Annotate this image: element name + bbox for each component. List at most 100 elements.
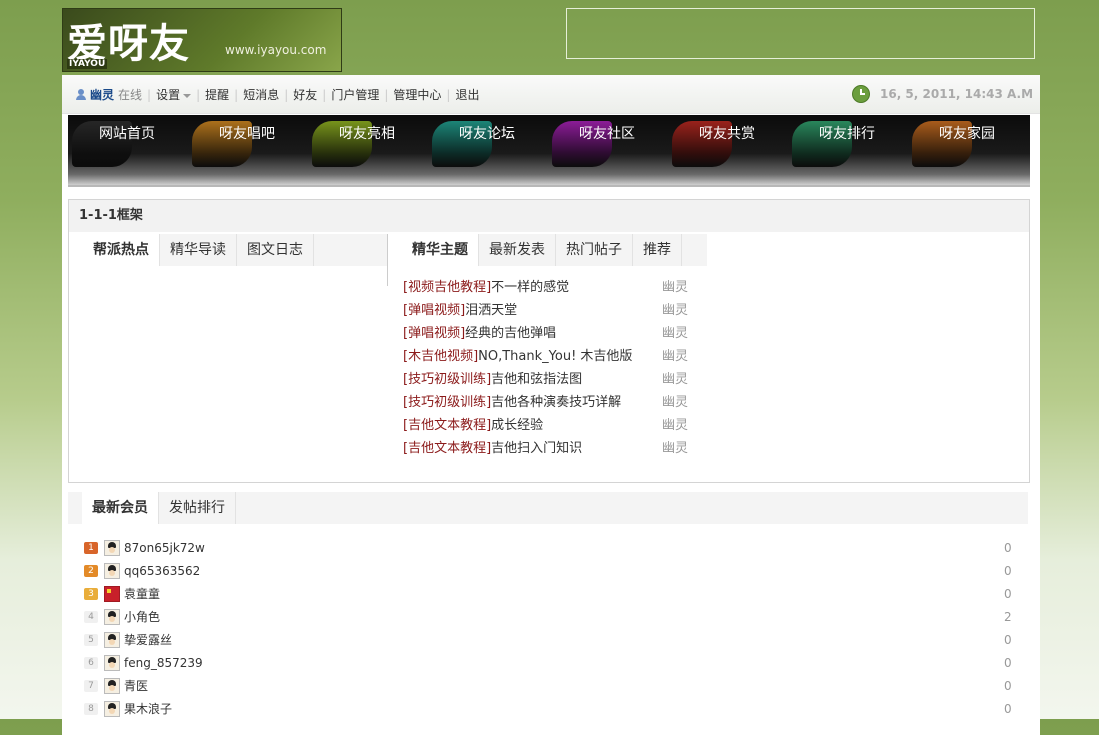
username-link[interactable]: 幽灵 [90, 86, 114, 103]
thread-category[interactable]: [视频吉他教程] [403, 280, 491, 295]
thread-category[interactable]: [吉他文本教程] [403, 441, 491, 456]
member-name[interactable]: 小角色 [124, 606, 160, 629]
thread-list: [视频吉他教程]不一样的感觉 幽灵 [弹唱视频]泪洒天堂 幽灵 [弹唱视频]经典的吉他弹… [403, 276, 693, 460]
rank-badge: 3 [84, 588, 98, 600]
datetime-text: 16, 5, 2011, 14:43 A.M [880, 87, 1034, 101]
thread-title[interactable]: NO,Thank_You! 木吉他版 [478, 349, 632, 364]
member-avatar[interactable] [104, 678, 120, 694]
thread-item[interactable]: [木吉他视频]NO,Thank_You! 木吉他版 幽灵 [403, 345, 693, 368]
thread-author[interactable]: 幽灵 [662, 391, 688, 414]
nav-item[interactable]: 呀友社区 [548, 115, 666, 173]
member-post-count: 0 [1004, 587, 1012, 601]
nav-item[interactable]: 呀友亮相 [308, 115, 426, 173]
right-tabs: 精华主题 最新发表 热门帖子 推荐 [402, 234, 707, 266]
thread-item[interactable]: [视频吉他教程]不一样的感觉 幽灵 [403, 276, 693, 299]
thread-title[interactable]: 吉他各种演奏技巧详解 [491, 395, 621, 410]
main-nav: 网站首页 呀友唱吧 呀友亮相 呀友论坛 呀友社区 呀友共赏 呀友排行 呀友家园 [68, 115, 1030, 185]
reminders-link[interactable]: 提醒 [205, 86, 229, 103]
thread-item[interactable]: [吉他文本教程]成长经验 幽灵 [403, 414, 693, 437]
thread-title[interactable]: 吉他扫入门知识 [491, 441, 582, 456]
nav-item[interactable]: 呀友排行 [788, 115, 906, 173]
online-status: 在线 [118, 88, 143, 102]
tab-latest-posts[interactable]: 最新发表 [479, 234, 556, 266]
nav-item[interactable]: 呀友家园 [908, 115, 1026, 173]
portal-admin-link[interactable]: 门户管理 [331, 86, 379, 103]
member-post-count: 0 [1004, 679, 1012, 693]
member-post-count: 0 [1004, 564, 1012, 578]
rank-badge: 7 [84, 680, 98, 692]
member-avatar[interactable] [104, 609, 120, 625]
member-name[interactable]: feng_857239 [124, 652, 203, 675]
friends-link[interactable]: 好友 [293, 86, 317, 103]
thread-category[interactable]: [弹唱视频] [403, 326, 465, 341]
member-name[interactable]: 87on65jk72w [124, 537, 205, 560]
thread-category[interactable]: [木吉他视频] [403, 349, 478, 364]
member-name[interactable]: 青医 [124, 675, 148, 698]
thread-item[interactable]: [吉他文本教程]吉他扫入门知识 幽灵 [403, 437, 693, 460]
tab-post-ranking[interactable]: 发帖排行 [159, 492, 236, 524]
rank-badge: 8 [84, 703, 98, 715]
thread-item[interactable]: [弹唱视频]泪洒天堂 幽灵 [403, 299, 693, 322]
member-avatar[interactable] [104, 586, 120, 602]
tab-recommended[interactable]: 推荐 [633, 234, 682, 266]
member-name[interactable]: 挚爱露丝 [124, 629, 172, 652]
thread-title[interactable]: 经典的吉他弹唱 [465, 326, 556, 341]
member-name[interactable]: qq65363562 [124, 560, 200, 583]
clock-icon [852, 85, 870, 103]
thread-author[interactable]: 幽灵 [662, 322, 688, 345]
thread-item[interactable]: [技巧初级训练]吉他和弦指法图 幽灵 [403, 368, 693, 391]
member-avatar[interactable] [104, 563, 120, 579]
thread-category[interactable]: [技巧初级训练] [403, 395, 491, 410]
thread-category[interactable]: [弹唱视频] [403, 303, 465, 318]
nav-item[interactable]: 呀友唱吧 [188, 115, 306, 173]
thread-item[interactable]: [弹唱视频]经典的吉他弹唱 幽灵 [403, 322, 693, 345]
tab-newest-members[interactable]: 最新会员 [82, 492, 159, 524]
thread-category[interactable]: [技巧初级训练] [403, 372, 491, 387]
settings-link[interactable]: 设置 [156, 88, 180, 102]
member-avatar[interactable] [104, 701, 120, 717]
nav-item-label: 呀友共赏 [699, 126, 755, 142]
member-avatar[interactable] [104, 632, 120, 648]
tab-hot-threads[interactable]: 热门帖子 [556, 234, 633, 266]
nav-item-label: 呀友家园 [939, 126, 995, 142]
member-post-count: 0 [1004, 702, 1012, 716]
messages-link[interactable]: 短消息 [243, 86, 279, 103]
nav-item[interactable]: 网站首页 [68, 115, 186, 173]
thread-title[interactable]: 不一样的感觉 [491, 280, 569, 295]
nav-item[interactable]: 呀友论坛 [428, 115, 546, 173]
main-wrapper: 幽灵 在线 | 设置 | 提醒 | 短消息 | 好友 | 门户管理 | 管理中心… [62, 75, 1040, 735]
thread-title[interactable]: 成长经验 [491, 418, 543, 433]
settings-menu[interactable]: 设置 [156, 86, 192, 103]
thread-category[interactable]: [吉他文本教程] [403, 418, 491, 433]
thread-author[interactable]: 幽灵 [662, 345, 688, 368]
tab-featured-guide[interactable]: 精华导读 [160, 234, 237, 266]
member-avatar[interactable] [104, 540, 120, 556]
thread-item[interactable]: [技巧初级训练]吉他各种演奏技巧详解 幽灵 [403, 391, 693, 414]
thread-author[interactable]: 幽灵 [662, 299, 688, 322]
thread-author[interactable]: 幽灵 [662, 437, 688, 460]
member-avatar[interactable] [104, 655, 120, 671]
separator: | [384, 87, 389, 102]
nav-item-label: 呀友社区 [579, 126, 635, 142]
member-name[interactable]: 袁童童 [124, 583, 160, 606]
tab-photo-blog[interactable]: 图文日志 [237, 234, 314, 266]
datetime-display: 16, 5, 2011, 14:43 A.M [852, 85, 1033, 103]
member-post-count: 2 [1004, 610, 1012, 624]
thread-author[interactable]: 幽灵 [662, 276, 688, 299]
tab-digest-threads[interactable]: 精华主题 [402, 234, 479, 266]
admin-center-link[interactable]: 管理中心 [393, 86, 441, 103]
separator: | [446, 87, 451, 102]
members-tabbar: 最新会员 发帖排行 [68, 492, 1028, 524]
thread-title[interactable]: 泪洒天堂 [465, 303, 517, 318]
logout-link[interactable]: 退出 [455, 86, 479, 103]
nav-item[interactable]: 呀友共赏 [668, 115, 786, 173]
tab-gang-hot[interactable]: 帮派热点 [83, 234, 160, 266]
rank-badge: 2 [84, 565, 98, 577]
frame-1-1-1: 1-1-1框架 帮派热点 精华导读 图文日志 精华主题 最新发表 热门帖子 推荐… [68, 199, 1030, 483]
nav-item-label: 呀友唱吧 [219, 126, 275, 142]
thread-author[interactable]: 幽灵 [662, 414, 688, 437]
member-name[interactable]: 果木浪子 [124, 698, 172, 721]
site-logo[interactable]: 爱呀友 IYAYOU www.iyayou.com [62, 8, 342, 72]
thread-title[interactable]: 吉他和弦指法图 [491, 372, 582, 387]
thread-author[interactable]: 幽灵 [662, 368, 688, 391]
